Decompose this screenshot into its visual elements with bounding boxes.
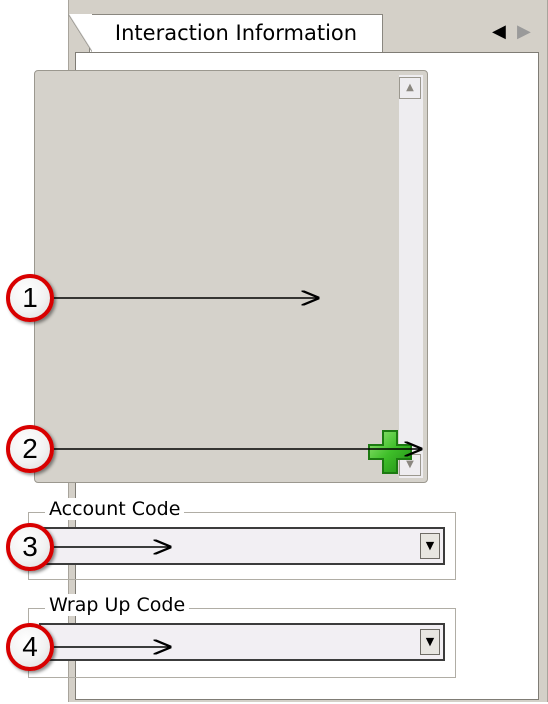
callout-4: 4 xyxy=(6,623,54,671)
callout-1: 1 xyxy=(6,274,54,322)
callout-2: 2 xyxy=(6,425,54,473)
callout-arrows xyxy=(52,0,548,704)
callout-3: 3 xyxy=(6,523,54,571)
